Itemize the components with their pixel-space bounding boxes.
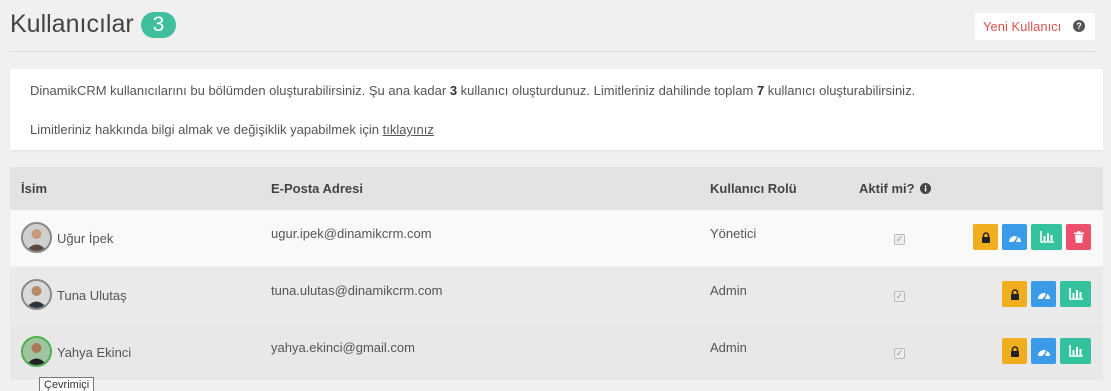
delete-button[interactable]: [1066, 224, 1091, 250]
dashboard-icon: [1037, 349, 1050, 357]
info-text-part: kullanıcı oluşturabilirsiniz.: [764, 83, 916, 98]
avatar: [21, 222, 52, 253]
avatar: [21, 336, 52, 367]
info-panel: DinamikCRM kullanıcılarını bu bölümden o…: [10, 69, 1103, 150]
header-email: E-Posta Adresi: [271, 181, 363, 196]
lock-icon: [1010, 288, 1019, 300]
limits-info-link[interactable]: tıklayınız: [383, 122, 434, 137]
bar-chart-icon: [1039, 231, 1054, 243]
new-user-box: Yeni Kullanıcı ?: [975, 13, 1095, 40]
info-text-part: Limitleriniz hakkında bilgi almak ve değ…: [30, 122, 383, 137]
active-checkbox[interactable]: ✓: [894, 234, 905, 245]
lock-icon: [1010, 345, 1019, 357]
user-count-badge: 3: [140, 11, 177, 38]
lock-icon: [981, 231, 990, 243]
user-role: Admin: [710, 283, 747, 298]
info-circle-icon[interactable]: [920, 183, 932, 194]
info-text-part: DinamikCRM kullanıcılarını bu bölümden o…: [30, 83, 450, 98]
table-header: İsim E-Posta Adresi Kullanıcı Rolü Aktif…: [10, 167, 1103, 210]
info-text-link-line: Limitleriniz hakkında bilgi almak ve değ…: [30, 122, 434, 137]
page-title-text: Kullanıcılar: [10, 10, 134, 38]
dashboard-icon: [1008, 235, 1021, 243]
user-email: ugur.ipek@dinamikcrm.com: [271, 226, 432, 241]
user-name: Tuna Ulutaş: [57, 288, 127, 303]
header-active: Aktif mi?: [859, 181, 932, 196]
user-name: Yahya Ekinci: [57, 345, 132, 360]
trash-icon: [1073, 231, 1084, 243]
question-circle-icon[interactable]: ?: [1073, 20, 1085, 32]
online-tooltip: Çevrimiçi: [39, 377, 95, 391]
table-row: Uğur İpek ugur.ipek@dinamikcrm.com Yönet…: [10, 210, 1103, 266]
page-title: Kullanıcılar 3: [10, 10, 177, 39]
lock-button[interactable]: [1002, 281, 1027, 307]
dashboard-button[interactable]: [1031, 281, 1056, 307]
header-role: Kullanıcı Rolü: [710, 181, 797, 196]
user-name: Uğur İpek: [57, 231, 114, 246]
dashboard-button[interactable]: [1002, 224, 1027, 250]
table-row: Tuna Ulutaş tuna.ulutas@dinamikcrm.com A…: [10, 267, 1103, 323]
row-actions: [1002, 281, 1091, 307]
statistics-button[interactable]: [1060, 338, 1091, 364]
info-text-part: kullanıcı oluşturdunuz. Limitleriniz dah…: [457, 83, 757, 98]
bar-chart-icon: [1068, 288, 1083, 300]
lock-button[interactable]: [1002, 338, 1027, 364]
row-actions: [973, 224, 1091, 250]
user-email: tuna.ulutas@dinamikcrm.com: [271, 283, 443, 298]
header-active-label: Aktif mi?: [859, 181, 915, 196]
user-email: yahya.ekinci@gmail.com: [271, 340, 415, 355]
row-actions: [1002, 338, 1091, 364]
statistics-button[interactable]: [1060, 281, 1091, 307]
created-count: 3: [449, 83, 458, 98]
user-role: Yönetici: [710, 226, 757, 241]
statistics-button[interactable]: [1031, 224, 1062, 250]
dashboard-icon: [1037, 292, 1050, 300]
bar-chart-icon: [1068, 345, 1083, 357]
table-row: Yahya Ekinci yahya.ekinci@gmail.com Admi…: [10, 324, 1103, 380]
active-checkbox[interactable]: ✓: [894, 348, 905, 359]
new-user-link[interactable]: Yeni Kullanıcı: [983, 19, 1061, 34]
info-text-limits: DinamikCRM kullanıcılarını bu bölümden o…: [30, 83, 915, 98]
dashboard-button[interactable]: [1031, 338, 1056, 364]
lock-button[interactable]: [973, 224, 998, 250]
page-header: Kullanıcılar 3 Yeni Kullanıcı ?: [10, 8, 1095, 52]
user-role: Admin: [710, 340, 747, 355]
header-name: İsim: [21, 181, 48, 196]
active-checkbox[interactable]: ✓: [894, 291, 905, 302]
users-table: İsim E-Posta Adresi Kullanıcı Rolü Aktif…: [10, 167, 1103, 391]
avatar: [21, 279, 52, 310]
